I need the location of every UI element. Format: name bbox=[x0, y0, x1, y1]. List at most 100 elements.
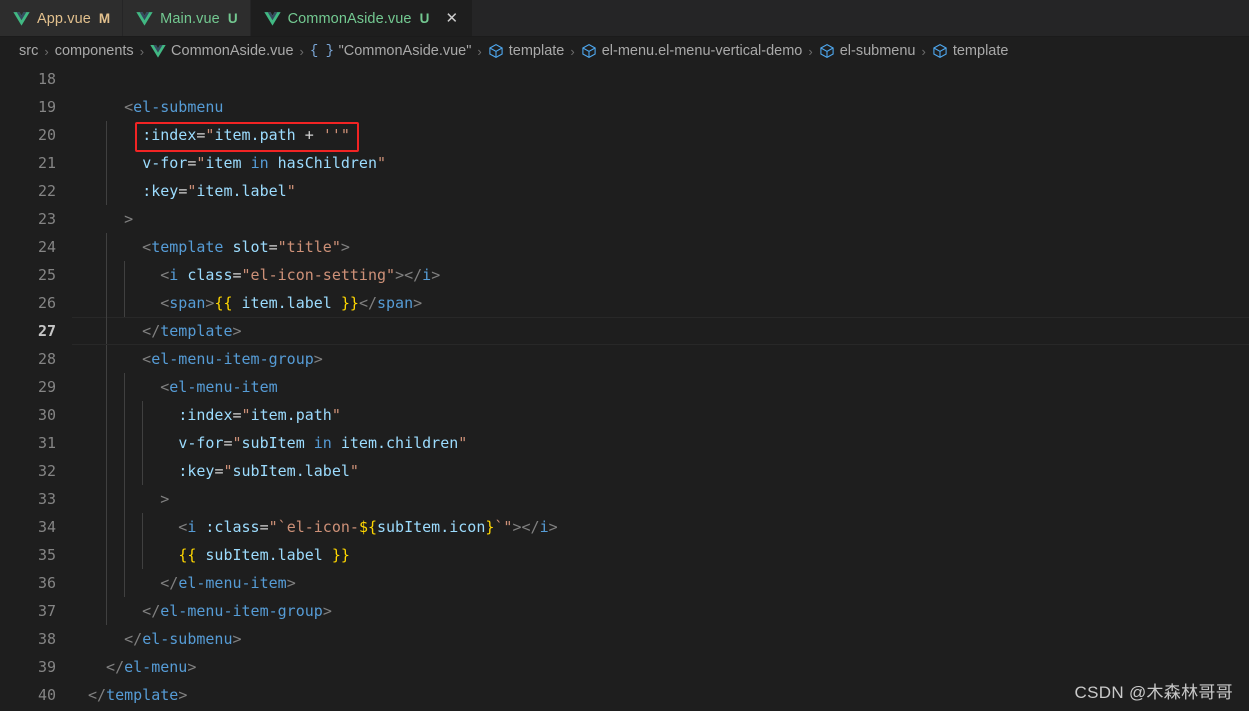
code-line[interactable]: 23 > bbox=[0, 205, 1249, 233]
vscode-window: App.vue M Main.vue U CommonAside.vue U ✕ src › c… bbox=[0, 0, 1249, 711]
code-line[interactable]: 19 <el-submenu bbox=[0, 93, 1249, 121]
close-icon[interactable]: ✕ bbox=[443, 10, 460, 27]
breadcrumb-item-3[interactable]: { } "CommonAside.vue" bbox=[310, 43, 472, 59]
code-line[interactable]: 38 </el-submenu> bbox=[0, 625, 1249, 653]
code-line[interactable]: 28 <el-menu-item-group> bbox=[0, 345, 1249, 373]
editor-tab-main-vue[interactable]: Main.vue U bbox=[123, 0, 251, 37]
code-line[interactable]: 27 </template> bbox=[0, 317, 1249, 345]
code-line[interactable]: 26 <span>{{ item.label }}</span> bbox=[0, 289, 1249, 317]
line-number: 21 bbox=[37, 154, 56, 172]
token-expr: item.children bbox=[340, 434, 459, 452]
code-line[interactable]: 25 <i class="el-icon-setting"></i> bbox=[0, 261, 1249, 289]
editor-tab-commonaside-vue[interactable]: CommonAside.vue U ✕ bbox=[250, 0, 474, 37]
line-tokens: </el-submenu> bbox=[72, 630, 241, 648]
token-expr: subItem.label bbox=[232, 462, 350, 480]
code-line[interactable]: 18 bbox=[0, 65, 1249, 93]
token-punct: < bbox=[88, 98, 134, 116]
token-op: + bbox=[304, 126, 314, 144]
code-line[interactable]: 34 <i :class="`el-icon-${subItem.icon}`"… bbox=[0, 513, 1249, 541]
code-line[interactable]: 20 :index="item.path + ''" bbox=[0, 121, 1249, 149]
breadcrumb-item-1[interactable]: components bbox=[55, 43, 134, 59]
line-content bbox=[72, 65, 1249, 93]
line-tokens: v-for="subItem in item.children" bbox=[72, 434, 467, 452]
line-number: 37 bbox=[37, 602, 56, 620]
line-tokens: <i :class="`el-icon-${subItem.icon}`"></… bbox=[72, 518, 557, 536]
line-number: 34 bbox=[37, 518, 56, 536]
token-string: " bbox=[286, 182, 296, 200]
token-expr: item.path bbox=[250, 406, 332, 424]
token-tag: template bbox=[106, 686, 179, 704]
line-content: <el-menu-item bbox=[72, 373, 1249, 401]
token-punct: </ bbox=[88, 658, 125, 676]
cube-symbol-icon bbox=[819, 43, 835, 59]
line-content: </el-menu> bbox=[72, 653, 1249, 681]
line-tokens: </el-menu-item> bbox=[72, 574, 296, 592]
token-tag: template bbox=[160, 322, 233, 340]
code-line[interactable]: 22 :key="item.label" bbox=[0, 177, 1249, 205]
token-string: " bbox=[458, 434, 468, 452]
code-line[interactable]: 37 </el-menu-item-group> bbox=[0, 597, 1249, 625]
token-string: " bbox=[241, 406, 251, 424]
code-line[interactable]: 24 <template slot="title"> bbox=[0, 233, 1249, 261]
vue-file-icon bbox=[13, 11, 30, 26]
line-content: :index="item.path + ''" bbox=[72, 121, 1249, 149]
line-tokens: </el-menu> bbox=[72, 658, 196, 676]
breadcrumb-item-4[interactable]: template bbox=[488, 43, 564, 59]
code-line[interactable]: 31 v-for="subItem in item.children" bbox=[0, 429, 1249, 457]
breadcrumb: src › components › CommonAside.vue › { } "Commo… bbox=[0, 37, 1249, 65]
code-line[interactable]: 39 </el-menu> bbox=[0, 653, 1249, 681]
code-line[interactable]: 30 :index="item.path" bbox=[0, 401, 1249, 429]
breadcrumb-label: src bbox=[19, 43, 39, 59]
vue-file-icon bbox=[150, 43, 166, 59]
code-line[interactable]: 33 > bbox=[0, 485, 1249, 513]
breadcrumb-separator-icon: › bbox=[921, 43, 926, 59]
line-content: {{ subItem.label }} bbox=[72, 541, 1249, 569]
line-number: 40 bbox=[37, 686, 56, 704]
code-line[interactable]: 36 </el-menu-item> bbox=[0, 569, 1249, 597]
breadcrumb-item-0[interactable]: src bbox=[19, 43, 38, 59]
breadcrumb-item-5[interactable]: el-menu.el-menu-vertical-demo bbox=[581, 43, 803, 59]
token-op: = bbox=[232, 406, 242, 424]
code-editor[interactable]: 18 19 <el-submenu 20 :index="item.path + '… bbox=[0, 65, 1249, 711]
editor-tab-bar: App.vue M Main.vue U CommonAside.vue U ✕ bbox=[0, 0, 1249, 37]
token-op: = bbox=[268, 238, 278, 256]
token-punct: < bbox=[88, 238, 152, 256]
breadcrumb-label: el-menu.el-menu-vertical-demo bbox=[601, 43, 803, 59]
token-tag: el-menu-item-group bbox=[151, 350, 314, 368]
line-number: 25 bbox=[37, 266, 56, 284]
breadcrumb-item-6[interactable]: el-submenu bbox=[819, 43, 915, 59]
cube-symbol-icon bbox=[932, 43, 948, 59]
line-number: 26 bbox=[37, 294, 56, 312]
line-tokens: <i class="el-icon-setting"></i> bbox=[72, 266, 440, 284]
token-tag: template bbox=[151, 238, 224, 256]
token-punct: > bbox=[178, 686, 188, 704]
token-tag: el-menu-item-group bbox=[160, 602, 323, 620]
code-line[interactable]: 32 :key="subItem.label" bbox=[0, 457, 1249, 485]
line-content: > bbox=[72, 485, 1249, 513]
token-punct: > bbox=[286, 574, 296, 592]
token-expr: hasChildren bbox=[277, 154, 377, 172]
line-tokens: v-for="item in hasChildren" bbox=[72, 154, 386, 172]
breadcrumb-item-2[interactable]: CommonAside.vue bbox=[150, 43, 294, 59]
code-line[interactable]: 21 v-for="item in hasChildren" bbox=[0, 149, 1249, 177]
token-string: "el-icon-setting" bbox=[241, 266, 396, 284]
line-number: 24 bbox=[37, 238, 56, 256]
line-content: :key="item.label" bbox=[72, 177, 1249, 205]
line-tokens: <span>{{ item.label }}</span> bbox=[72, 294, 422, 312]
code-line[interactable]: 40 </template> bbox=[0, 681, 1249, 709]
line-content: </template> bbox=[72, 317, 1249, 345]
code-line[interactable]: 29 <el-menu-item bbox=[0, 373, 1249, 401]
code-line[interactable]: 35 {{ subItem.label }} bbox=[0, 541, 1249, 569]
token-attr: :class bbox=[205, 518, 260, 536]
line-number: 23 bbox=[37, 210, 56, 228]
editor-tab-app-vue[interactable]: App.vue M bbox=[0, 0, 124, 37]
token-op: = bbox=[232, 266, 242, 284]
breadcrumb-item-7[interactable]: template bbox=[932, 43, 1008, 59]
token-tag: i bbox=[169, 266, 179, 284]
token-punct: > bbox=[413, 294, 423, 312]
token-attr: :index bbox=[142, 126, 197, 144]
token-punct: </ bbox=[88, 686, 107, 704]
